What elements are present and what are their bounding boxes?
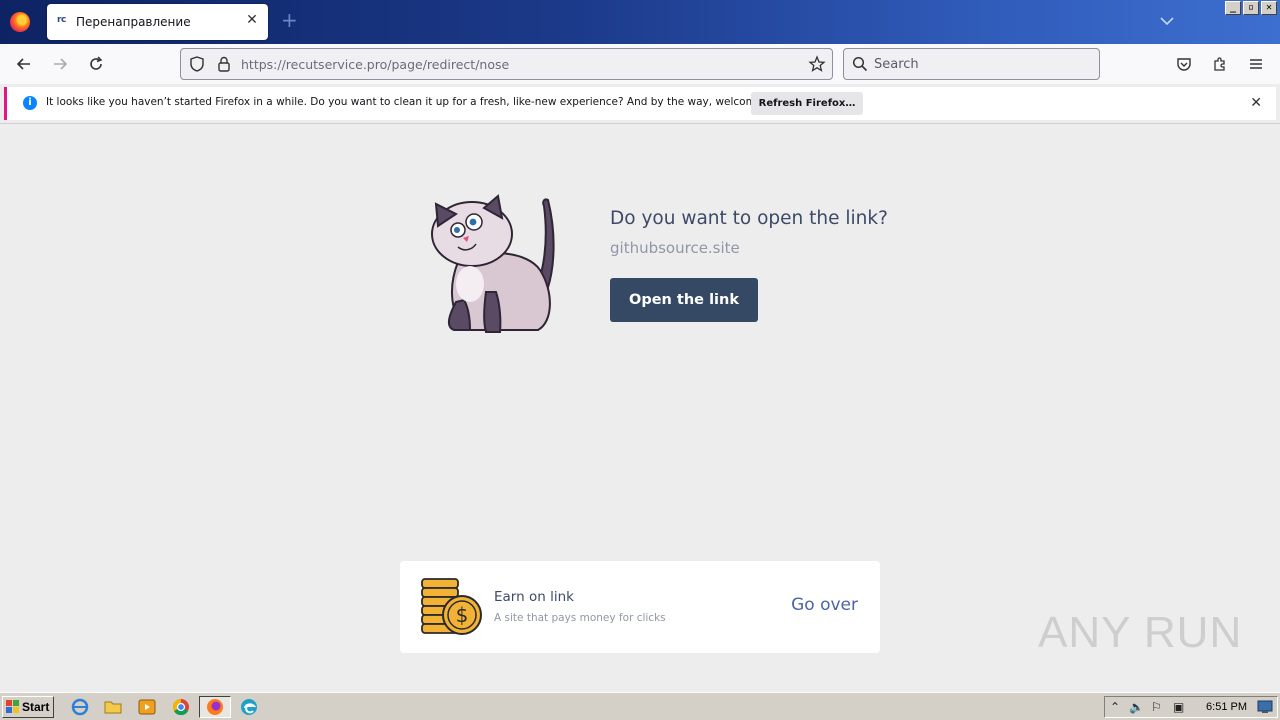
menu-button[interactable] (1244, 52, 1268, 76)
cat-illustration (431, 194, 555, 333)
chrome-icon[interactable] (172, 698, 190, 716)
start-label: Start (22, 700, 50, 714)
pocket-icon (1177, 58, 1191, 71)
lock-icon[interactable] (215, 55, 233, 73)
media-player-icon[interactable] (138, 698, 156, 716)
search-placeholder: Search (874, 57, 919, 72)
clock[interactable]: 6:51 PM (1206, 701, 1247, 713)
tab-redirect[interactable]: rc Перенаправление ✕ (47, 4, 268, 40)
speaker-icon[interactable]: 🔈 (1129, 700, 1144, 714)
puzzle-icon (1214, 57, 1225, 71)
new-tab-icon[interactable]: + (281, 10, 298, 30)
pocket-button[interactable] (1172, 52, 1196, 76)
tab-strip: rc Перенаправление ✕ + _ ▫ ✕ (0, 0, 1280, 44)
anyrun-watermark: ANY RUN (1038, 608, 1242, 658)
edge-icon[interactable] (240, 698, 258, 716)
earn-ad-card[interactable]: $ Earn on link A site that pays money fo… (400, 561, 880, 653)
arrow-left-icon (16, 58, 30, 70)
windows-flag-icon (6, 700, 19, 713)
reload-icon (90, 56, 103, 70)
notification-text: It looks like you haven’t started Firefo… (46, 96, 795, 108)
prompt-title: Do you want to open the link? (610, 208, 888, 229)
hamburger-menu-icon (1250, 59, 1262, 69)
close-tab-icon[interactable]: ✕ (244, 12, 260, 28)
address-bar[interactable]: https://recutservice.pro/page/redirect/n… (180, 48, 833, 80)
ad-title: Earn on link (494, 589, 574, 605)
reload-button[interactable] (84, 52, 108, 76)
show-desktop-icon[interactable] (1257, 700, 1273, 714)
windows-taskbar: Start ⌃ 🔈 ⚐ ▣ 6:51 PM (0, 692, 1280, 720)
chevron-down-icon[interactable] (1158, 12, 1176, 30)
close-window-icon[interactable]: ✕ (1261, 1, 1277, 15)
window-controls: _ ▫ ✕ (1225, 1, 1277, 15)
network-icon[interactable]: ▣ (1173, 700, 1184, 714)
info-icon: i (23, 96, 37, 110)
watermark-text: ANY RUN (1038, 608, 1243, 657)
star-icon[interactable] (808, 55, 826, 73)
restore-icon[interactable]: ▫ (1243, 1, 1259, 15)
forward-button[interactable] (48, 52, 72, 76)
coins-icon: $ (421, 578, 482, 635)
divider (0, 123, 1280, 124)
ad-subtitle: A site that pays money for clicks (494, 612, 666, 624)
system-tray: ⌃ 🔈 ⚐ ▣ 6:51 PM (1104, 696, 1278, 718)
start-button[interactable]: Start (2, 696, 54, 718)
internet-explorer-icon[interactable] (71, 698, 89, 716)
tab-title: Перенаправление (76, 15, 191, 29)
target-domain: githubsource.site (610, 239, 740, 257)
folder-icon[interactable] (104, 698, 122, 716)
url-text[interactable]: https://recutservice.pro/page/redirect/n… (241, 57, 509, 72)
go-over-link[interactable]: Go over (791, 595, 858, 615)
refresh-firefox-button[interactable]: Refresh Firefox… (751, 92, 863, 115)
search-input[interactable]: Search (843, 48, 1100, 80)
arrow-right-icon (54, 58, 68, 70)
url-path: /page/redirect/nose (387, 57, 510, 72)
taskbar-firefox-button[interactable] (199, 696, 231, 718)
flag-icon[interactable]: ⚐ (1151, 700, 1162, 714)
navigation-toolbar: https://recutservice.pro/page/redirect/n… (0, 44, 1280, 84)
shield-icon[interactable] (188, 55, 206, 73)
back-button[interactable] (12, 52, 36, 76)
site-favicon-icon: rc (57, 15, 66, 25)
firefox-taskbar-icon (207, 699, 223, 715)
minimize-icon[interactable]: _ (1225, 1, 1241, 15)
search-icon (852, 56, 868, 72)
refresh-firefox-notification: i It looks like you haven’t started Fire… (4, 87, 1276, 120)
open-link-button[interactable]: Open the link (610, 278, 758, 322)
firefox-icon[interactable] (10, 12, 30, 32)
show-hidden-icons-icon[interactable]: ⌃ (1110, 700, 1120, 714)
url-host: https://recutservice.pro (241, 57, 388, 72)
close-icon[interactable]: ✕ (1250, 95, 1262, 111)
svg-text:$: $ (456, 603, 469, 627)
extensions-button[interactable] (1208, 52, 1232, 76)
